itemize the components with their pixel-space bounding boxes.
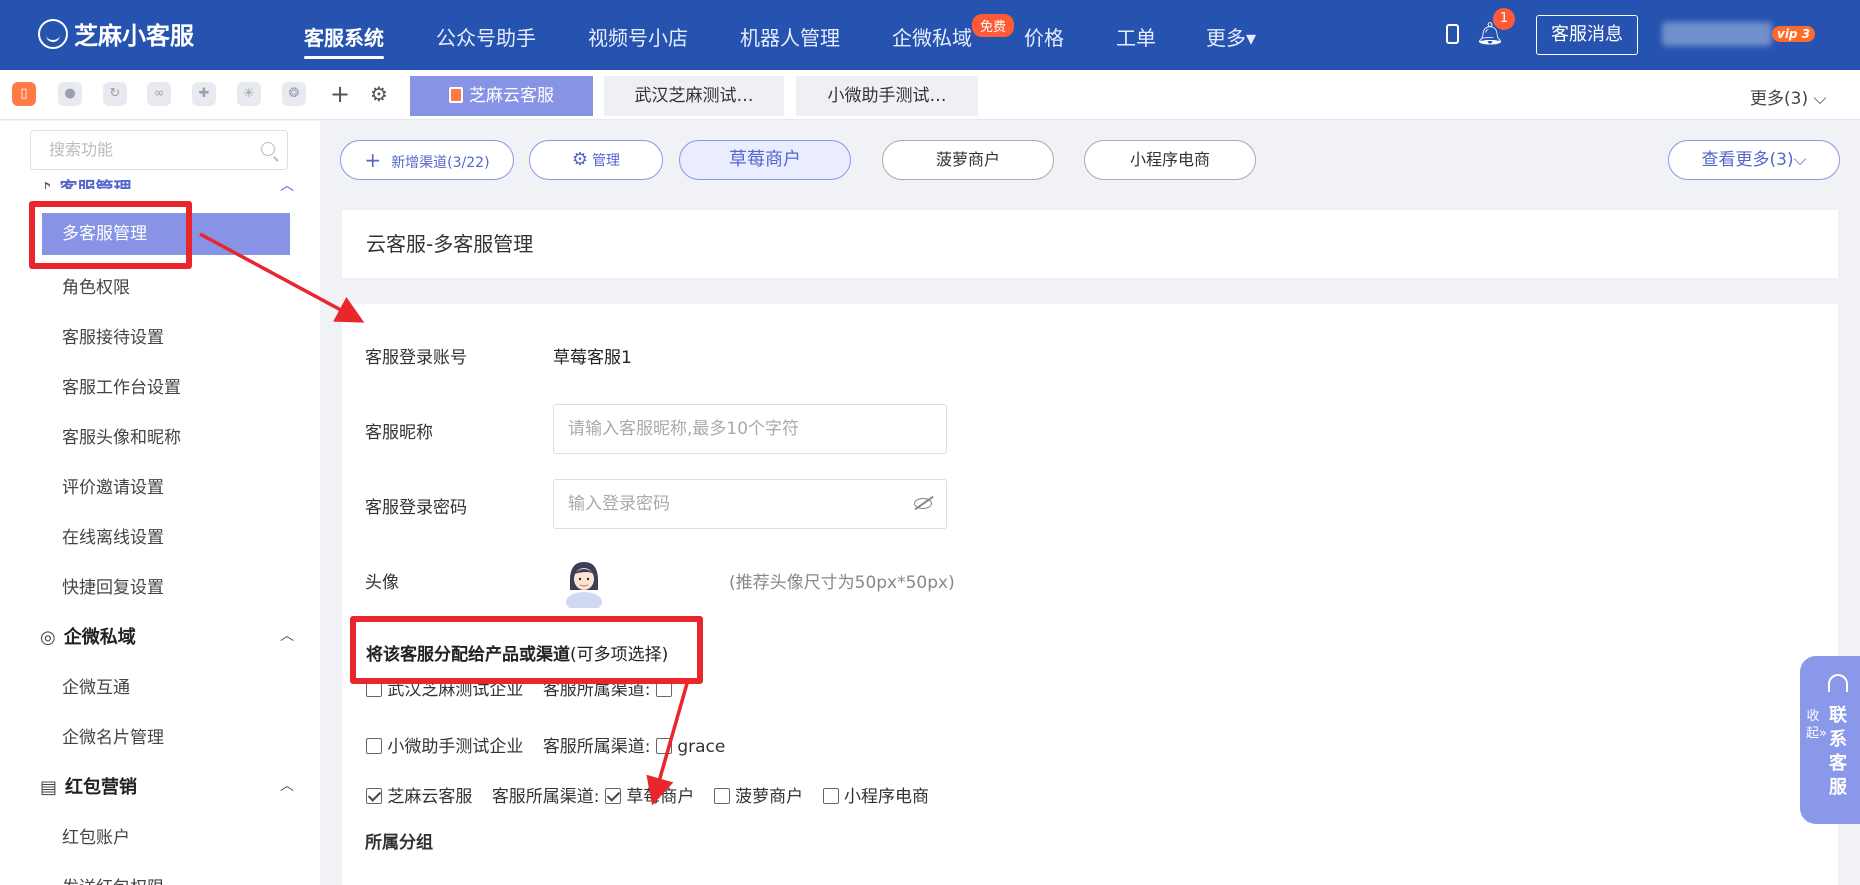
channel-mini-program[interactable]: 小程序电商 (1084, 140, 1256, 180)
red-packet-icon: ▤ (40, 777, 58, 798)
chevron-up-icon[interactable]: ︿ (280, 775, 294, 795)
chevron-up-icon[interactable]: ︿ (280, 175, 294, 195)
chevron-up-icon[interactable]: ︿ (280, 625, 294, 645)
logo-icon (38, 18, 68, 49)
sidebar-item-workbench[interactable]: 客服工作台设置 (62, 373, 181, 398)
sidebar-item-red-permission[interactable]: 发送红包权限 (62, 873, 164, 885)
customer-message-button[interactable]: 客服消息 (1536, 15, 1638, 55)
openai-icon[interactable]: ❂ (282, 82, 306, 106)
plus-icon: + (364, 148, 382, 172)
sidebar-item-avatar-nickname[interactable]: 客服头像和昵称 (62, 423, 181, 448)
nav-tickets[interactable]: 工单 (1116, 22, 1156, 51)
sidebar-item-red-account[interactable]: 红包账户 (62, 823, 130, 848)
nav-official-account[interactable]: 公众号助手 (436, 22, 536, 51)
view-more-button[interactable]: 查看更多(3)⌵ (1668, 140, 1840, 180)
free-badge: 免费 (972, 14, 1015, 37)
highlight-box-assign (350, 616, 703, 684)
sidebar-item-wecom-link[interactable]: 企微互通 (62, 673, 130, 698)
nav-customer-service[interactable]: 客服系统 (304, 22, 384, 59)
password-input[interactable]: 输入登录密码 (553, 479, 947, 529)
refresh-icon[interactable]: ↻ (103, 82, 127, 106)
vip-badge: vip 3 (1772, 26, 1816, 42)
eye-off-icon[interactable] (914, 498, 932, 509)
nav-robot-management[interactable]: 机器人管理 (740, 22, 840, 51)
top-navigation-bar: 芝麻小客服 客服系统 公众号助手 视频号小店 机器人管理 企微私域 免费 价格 … (0, 0, 1860, 70)
product-row-zhima: 芝麻云客服 客服所属渠道: 草莓商户 菠萝商户 小程序电商 (366, 782, 929, 807)
nav-video-shop[interactable]: 视频号小店 (588, 22, 688, 51)
avatar-label: 头像 (365, 573, 399, 593)
sidebar-item-rating[interactable]: 评价邀请设置 (62, 473, 164, 498)
nav-pricing[interactable]: 价格 (1024, 22, 1064, 51)
channel-strawberry[interactable]: 草莓商户 (679, 140, 851, 180)
channel-checkbox-strawberry[interactable] (604, 788, 621, 804)
user-name-blurred[interactable] (1662, 22, 1772, 46)
sidebar-item-online[interactable]: 在线离线设置 (62, 523, 164, 548)
asterisk-icon[interactable]: ✳ (237, 82, 261, 106)
avatar-size-hint: (推荐头像尺寸为50px*50px) (729, 573, 955, 593)
account-value: 草莓客服1 (553, 348, 632, 368)
nav-wecom-private[interactable]: 企微私域 (892, 22, 972, 51)
product-checkbox-zhima[interactable] (366, 788, 382, 804)
sidebar-item-reception[interactable]: 客服接待设置 (62, 323, 164, 348)
channel-checkbox-grace[interactable] (655, 738, 672, 754)
mobile-icon[interactable] (1446, 24, 1459, 44)
notification-count: 1 (1493, 8, 1515, 30)
app-name: 芝麻小客服 (74, 22, 194, 50)
channel-checkbox-mini-program[interactable] (822, 788, 839, 804)
nav-more[interactable]: 更多▾ (1206, 22, 1256, 51)
manage-button[interactable]: ⚙ 管理 (529, 140, 663, 180)
group-label: 所属分组 (365, 833, 433, 853)
search-icon (261, 142, 275, 156)
headset-icon (1828, 674, 1848, 692)
wecom-icon: ◎ (40, 627, 56, 648)
product-row-xiaowei: 小微助手测试企业 客服所属渠道: grace (366, 732, 725, 757)
highlight-box-multi-agent (29, 201, 192, 269)
group-customer-management[interactable]: ♪客服管理 (40, 175, 132, 189)
tab-xiaowei-test[interactable]: 小微助手测试… (796, 76, 978, 116)
workspace-tab-bar: ▯ ● ↻ ∞ ✚ ✳ ❂ + ⚙ 芝麻云客服 武汉芝麻测试… 小微助手测试… … (0, 70, 1860, 120)
product-checkbox-xiaowei[interactable] (366, 738, 382, 754)
headset-icon: ♪ (40, 179, 52, 189)
tab-zhima-cloud[interactable]: 芝麻云客服 (410, 76, 593, 116)
sidebar-item-quick-reply[interactable]: 快捷回复设置 (62, 573, 164, 598)
group-wecom[interactable]: ◎ 企微私域 (40, 623, 136, 649)
account-label: 客服登录账号 (365, 348, 467, 368)
contact-support-float[interactable]: 收起» 联系客服 (1800, 656, 1860, 824)
settings-icon[interactable]: ⚙ (370, 82, 388, 106)
more-tabs-dropdown[interactable]: 更多(3) ⌵ (1750, 84, 1826, 109)
phone-icon[interactable]: ▯ (12, 82, 36, 106)
add-icon[interactable]: + (330, 80, 350, 108)
sidebar-item-roles[interactable]: 角色权限 (62, 273, 130, 298)
channel-pineapple[interactable]: 菠萝商户 (882, 140, 1054, 180)
search-input[interactable]: 搜索功能 (30, 130, 288, 170)
tab-wuhan-test[interactable]: 武汉芝麻测试… (604, 76, 784, 116)
page-title: 云客服-多客服管理 (342, 210, 1838, 278)
add-channel-button[interactable]: + 新增渠道(3/22) (340, 140, 514, 180)
avatar[interactable] (562, 558, 606, 608)
sidebar-item-wecom-card[interactable]: 企微名片管理 (62, 723, 164, 748)
collapse-button[interactable]: 收起» (1806, 708, 1827, 742)
app-logo[interactable]: 芝麻小客服 (38, 16, 194, 51)
nickname-input[interactable]: 请输入客服昵称,最多10个字符 (553, 404, 947, 454)
shop-icon (449, 87, 463, 103)
channel-bar: + 新增渠道(3/22) ⚙ 管理 草莓商户 菠萝商户 小程序电商 查看更多(3)⌵ (320, 121, 1860, 201)
group-red-packet[interactable]: ▤ 红包营销 (40, 773, 137, 799)
channel-checkbox-pineapple[interactable] (713, 788, 730, 804)
password-label: 客服登录密码 (365, 498, 467, 518)
gear-icon: ⚙ (571, 149, 589, 170)
nickname-label: 客服昵称 (365, 423, 433, 443)
link-icon[interactable]: ∞ (147, 82, 171, 106)
puzzle-icon[interactable]: ✚ (192, 82, 216, 106)
contact-support-label: 联系客服 (1829, 705, 1847, 798)
chat-icon[interactable]: ● (58, 82, 82, 106)
